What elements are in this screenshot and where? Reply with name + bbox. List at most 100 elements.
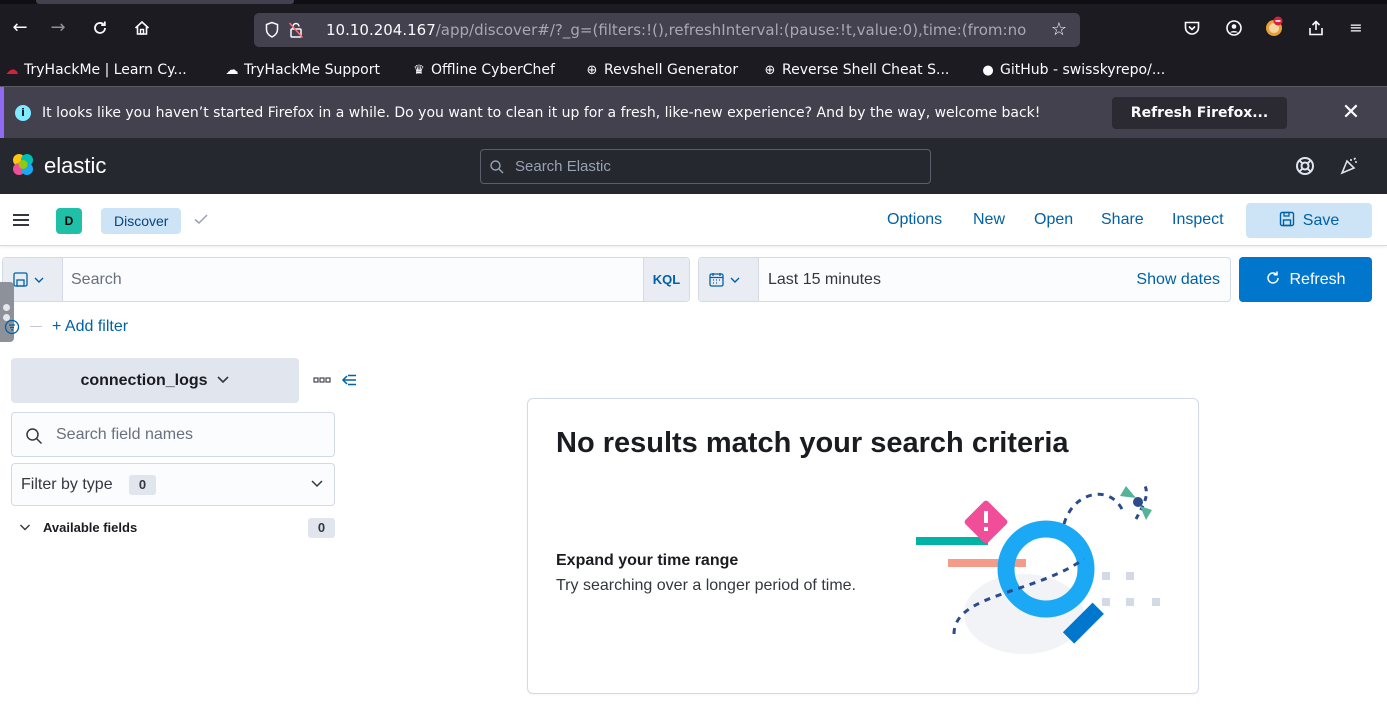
bookmark-item[interactable]: ⊕ Reverse Shell Cheat S... <box>762 58 950 82</box>
share-link[interactable]: Share <box>1101 194 1144 246</box>
reload-icon[interactable] <box>88 16 112 40</box>
index-pattern-label: connection_logs <box>80 372 208 389</box>
breadcrumb[interactable]: Discover <box>101 208 182 234</box>
refresh-icon <box>1267 271 1280 284</box>
save-button[interactable]: Save <box>1246 203 1372 238</box>
no-results-illustration <box>916 484 1160 654</box>
share-icon[interactable] <box>1304 16 1328 40</box>
menu-icon[interactable] <box>11 210 31 230</box>
bookmark-label: GitHub - swisskyrepo/... <box>1000 62 1166 78</box>
no-results-subtitle: Expand your time range <box>556 552 739 569</box>
inspect-link[interactable]: Inspect <box>1172 194 1224 246</box>
account-icon[interactable] <box>1222 16 1246 40</box>
bookmark-item[interactable]: ● GitHub - swisskyrepo/... <box>980 58 1165 82</box>
time-range-label[interactable]: Last 15 minutes <box>768 258 881 301</box>
available-fields-count: 0 <box>308 518 335 538</box>
app-menu-icon[interactable]: ≡ <box>1344 16 1368 40</box>
elastic-brand[interactable]: elastic <box>44 138 106 194</box>
global-search-input[interactable] <box>515 150 915 183</box>
notice-message: It looks like you haven’t started Firefo… <box>42 105 1041 121</box>
notification-bar: i It looks like you haven’t started Fire… <box>0 86 1387 139</box>
url-text[interactable]: 10.10.204.167/app/discover#/?_g=(filters… <box>326 13 1026 47</box>
refresh-firefox-button[interactable]: Refresh Firefox... <box>1112 97 1287 129</box>
bookmark-label: TryHackMe Support <box>244 62 380 78</box>
forward-arrow-icon[interactable]: → <box>46 16 70 40</box>
index-pattern-selector[interactable]: connection_logs <box>11 358 299 403</box>
field-search-input[interactable] <box>56 413 326 456</box>
pocket-icon[interactable] <box>1180 16 1204 40</box>
elastic-logo-icon[interactable] <box>10 152 36 178</box>
more-options-icon[interactable] <box>313 375 331 385</box>
bookmark-label: Revshell Generator <box>604 62 739 78</box>
available-fields-label: Available fields <box>43 520 138 535</box>
collapse-sidebar-icon[interactable] <box>340 371 358 389</box>
no-results-panel: No results match your search criteria Ex… <box>527 398 1199 694</box>
handle-dot <box>3 304 10 311</box>
info-icon: i <box>15 105 31 121</box>
filter-bar: + Add filter <box>0 312 400 342</box>
bookmark-item[interactable]: ⊕ Revshell Generator <box>584 58 739 82</box>
url-host: 10.10.204.167 <box>326 21 436 39</box>
filter-count-badge: 0 <box>129 475 156 495</box>
bookmark-item[interactable]: ♛ Offline CyberChef <box>411 58 555 82</box>
filter-menu-icon[interactable] <box>4 319 20 335</box>
refresh-label: Refresh <box>1289 271 1346 288</box>
date-picker: Last 15 minutes Show dates <box>698 257 1231 302</box>
bookmark-label: Offline CyberChef <box>431 62 555 78</box>
global-search[interactable] <box>480 149 931 184</box>
filter-by-type-button[interactable]: Filter by type 0 <box>11 463 335 506</box>
bookmark-label: Reverse Shell Cheat S... <box>782 62 950 78</box>
available-fields-toggle[interactable]: Available fields 0 <box>11 515 335 541</box>
filter-by-type-label: Filter by type <box>21 476 113 493</box>
insecure-lock-icon[interactable] <box>288 21 304 39</box>
close-icon[interactable]: ✕ <box>1337 99 1365 127</box>
tracking-shield-icon[interactable] <box>264 21 280 39</box>
newsfeed-icon[interactable] <box>1338 155 1360 177</box>
bookmark-item[interactable]: ☁ TryHackMe Support <box>224 58 380 82</box>
home-icon[interactable] <box>130 16 154 40</box>
kql-toggle[interactable]: KQL <box>643 258 689 301</box>
globe-icon: ⊕ <box>586 63 598 78</box>
bookmarks-toolbar: ☁ TryHackMe | Learn Cy... ☁ TryHackMe Supp… <box>0 58 1387 86</box>
filter-divider <box>30 326 42 327</box>
add-filter-link[interactable]: + Add filter <box>52 312 128 342</box>
options-link[interactable]: Options <box>887 194 942 246</box>
extension-fox-icon[interactable] <box>1262 16 1286 40</box>
save-icon <box>1279 211 1294 227</box>
space-avatar[interactable]: D <box>56 208 82 234</box>
saved-query-icon <box>13 272 44 287</box>
support-icon: ☁ <box>225 63 239 78</box>
back-arrow-icon[interactable]: ← <box>8 16 32 40</box>
help-lifebuoy-icon[interactable] <box>1294 155 1316 177</box>
refresh-button[interactable]: Refresh <box>1239 257 1372 302</box>
new-link[interactable]: New <box>973 194 1005 246</box>
browser-toolbar: ← → 10.10.204.167/app/discover#/?_g=(fil… <box>0 0 1387 58</box>
save-label: Save <box>1302 212 1340 229</box>
show-dates-link[interactable]: Show dates <box>1136 258 1220 301</box>
calendar-icon <box>709 273 740 287</box>
app-bar: D Discover Options New Open Share Inspec… <box>0 194 1387 246</box>
query-search-input[interactable] <box>71 258 631 301</box>
globe-icon: ⊕ <box>764 63 776 78</box>
no-results-description: Try searching over a longer period of ti… <box>556 577 856 594</box>
chevron-down-icon <box>216 376 229 384</box>
bookmark-item[interactable]: ☁ TryHackMe | Learn Cy... <box>4 58 187 82</box>
address-bar[interactable]: 10.10.204.167/app/discover#/?_g=(filters… <box>254 13 1080 47</box>
search-icon <box>26 428 43 445</box>
chevron-down-icon <box>20 524 30 531</box>
search-icon <box>490 160 504 174</box>
chef-hat-icon: ♛ <box>413 63 425 78</box>
active-tab[interactable] <box>36 0 294 4</box>
field-search[interactable] <box>11 412 335 457</box>
no-results-title: No results match your search criteria <box>556 427 1069 459</box>
bookmark-star-icon[interactable]: ☆ <box>1048 19 1070 41</box>
open-link[interactable]: Open <box>1034 194 1073 246</box>
chevron-down-icon <box>311 480 323 488</box>
quick-menu-button[interactable] <box>699 258 759 301</box>
github-icon: ● <box>982 63 994 78</box>
query-bar: KQL <box>2 257 690 302</box>
elastic-header: elastic <box>0 138 1387 194</box>
url-path: /app/discover#/?_g=(filters:!(),refreshI… <box>435 21 1026 39</box>
check-icon <box>194 214 208 225</box>
notice-accent <box>0 87 4 139</box>
